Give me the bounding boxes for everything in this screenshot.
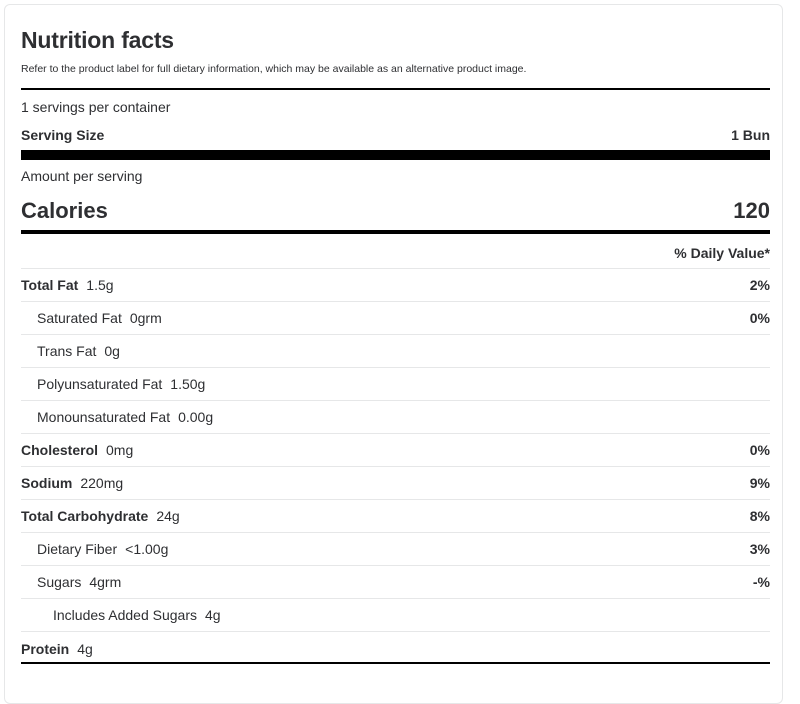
nutrient-amount: 0mg	[106, 442, 134, 458]
nutrient-list: Total Fat 1.5g 2% Saturated Fat 0grm 0% Tr…	[21, 269, 770, 665]
servings-per-container: 1 servings per container	[21, 99, 171, 115]
nutrient-row-cholesterol: Cholesterol 0mg 0%	[21, 434, 770, 467]
nutrient-row-total-carbohydrate: Total Carbohydrate 24g 8%	[21, 500, 770, 533]
nutrient-amount: 1.50g	[170, 376, 206, 392]
serving-size-label: Serving Size	[21, 127, 105, 143]
nutrient-row-total-fat: Total Fat 1.5g 2%	[21, 269, 770, 302]
calories-label: Calories	[21, 198, 108, 223]
nutrient-row-sugars: Sugars 4grm -%	[21, 566, 770, 599]
nutrient-amount: 1.5g	[86, 277, 114, 293]
nutrient-amount: 4grm	[89, 574, 122, 590]
nutrient-name: Sugars	[37, 574, 82, 590]
panel-title: Nutrition facts	[21, 27, 174, 53]
nutrient-amount: <1.00g	[125, 541, 169, 557]
nutrient-amount: 4g	[77, 640, 93, 657]
nutrient-amount: 4g	[205, 607, 221, 623]
nutrient-name: Total Fat	[21, 277, 79, 293]
nutrient-name: Total Carbohydrate	[21, 508, 149, 524]
nutrient-name: Includes Added Sugars	[53, 607, 197, 623]
medium-divider	[21, 230, 770, 234]
nutrient-dv: 0%	[749, 442, 770, 458]
calories-row: Calories 120	[21, 198, 770, 224]
thick-divider	[21, 150, 770, 160]
nutrient-row-trans-fat: Trans Fat 0g	[21, 335, 770, 368]
nutrient-row-saturated-fat: Saturated Fat 0grm 0%	[21, 302, 770, 335]
nutrient-row-sodium: Sodium 220mg 9%	[21, 467, 770, 500]
serving-size-row: Serving Size 1 Bun	[21, 127, 770, 143]
nutrient-name: Protein	[21, 640, 70, 657]
nutrient-dv: 8%	[749, 508, 770, 524]
amount-per-serving: Amount per serving	[21, 168, 143, 184]
nutrient-amount: 0grm	[129, 310, 162, 326]
nutrient-dv: 0%	[749, 310, 770, 326]
nutrition-facts-card: Nutrition facts Refer to the product lab…	[4, 4, 783, 704]
nutrient-name: Polyunsaturated Fat	[37, 376, 163, 392]
nutrient-row-protein: Protein 4g	[21, 632, 770, 665]
bottom-divider	[21, 662, 770, 664]
daily-value-header: % Daily Value*	[21, 238, 770, 269]
nutrient-name: Trans Fat	[37, 343, 97, 359]
nutrient-dv: 2%	[749, 277, 770, 293]
divider	[21, 88, 770, 90]
nutrient-dv: 3%	[749, 541, 770, 557]
nutrient-dv: -%	[752, 574, 770, 590]
nutrient-dv: 9%	[749, 475, 770, 491]
nutrient-amount: 220mg	[80, 475, 124, 491]
disclaimer-text: Refer to the product label for full diet…	[21, 63, 527, 75]
nutrient-row-monounsaturated-fat: Monounsaturated Fat 0.00g	[21, 401, 770, 434]
nutrient-name: Sodium	[21, 475, 73, 491]
nutrient-amount: 0g	[104, 343, 120, 359]
nutrient-row-added-sugars: Includes Added Sugars 4g	[21, 599, 770, 632]
nutrient-name: Monounsaturated Fat	[37, 409, 171, 425]
nutrient-name: Saturated Fat	[37, 310, 122, 326]
nutrient-name: Cholesterol	[21, 442, 99, 458]
calories-value: 120	[733, 198, 770, 223]
nutrient-name: Dietary Fiber	[37, 541, 118, 557]
nutrient-row-polyunsaturated-fat: Polyunsaturated Fat 1.50g	[21, 368, 770, 401]
nutrient-amount: 0.00g	[178, 409, 214, 425]
nutrient-row-dietary-fiber: Dietary Fiber <1.00g 3%	[21, 533, 770, 566]
nutrient-amount: 24g	[156, 508, 180, 524]
serving-size-value: 1 Bun	[731, 127, 770, 143]
